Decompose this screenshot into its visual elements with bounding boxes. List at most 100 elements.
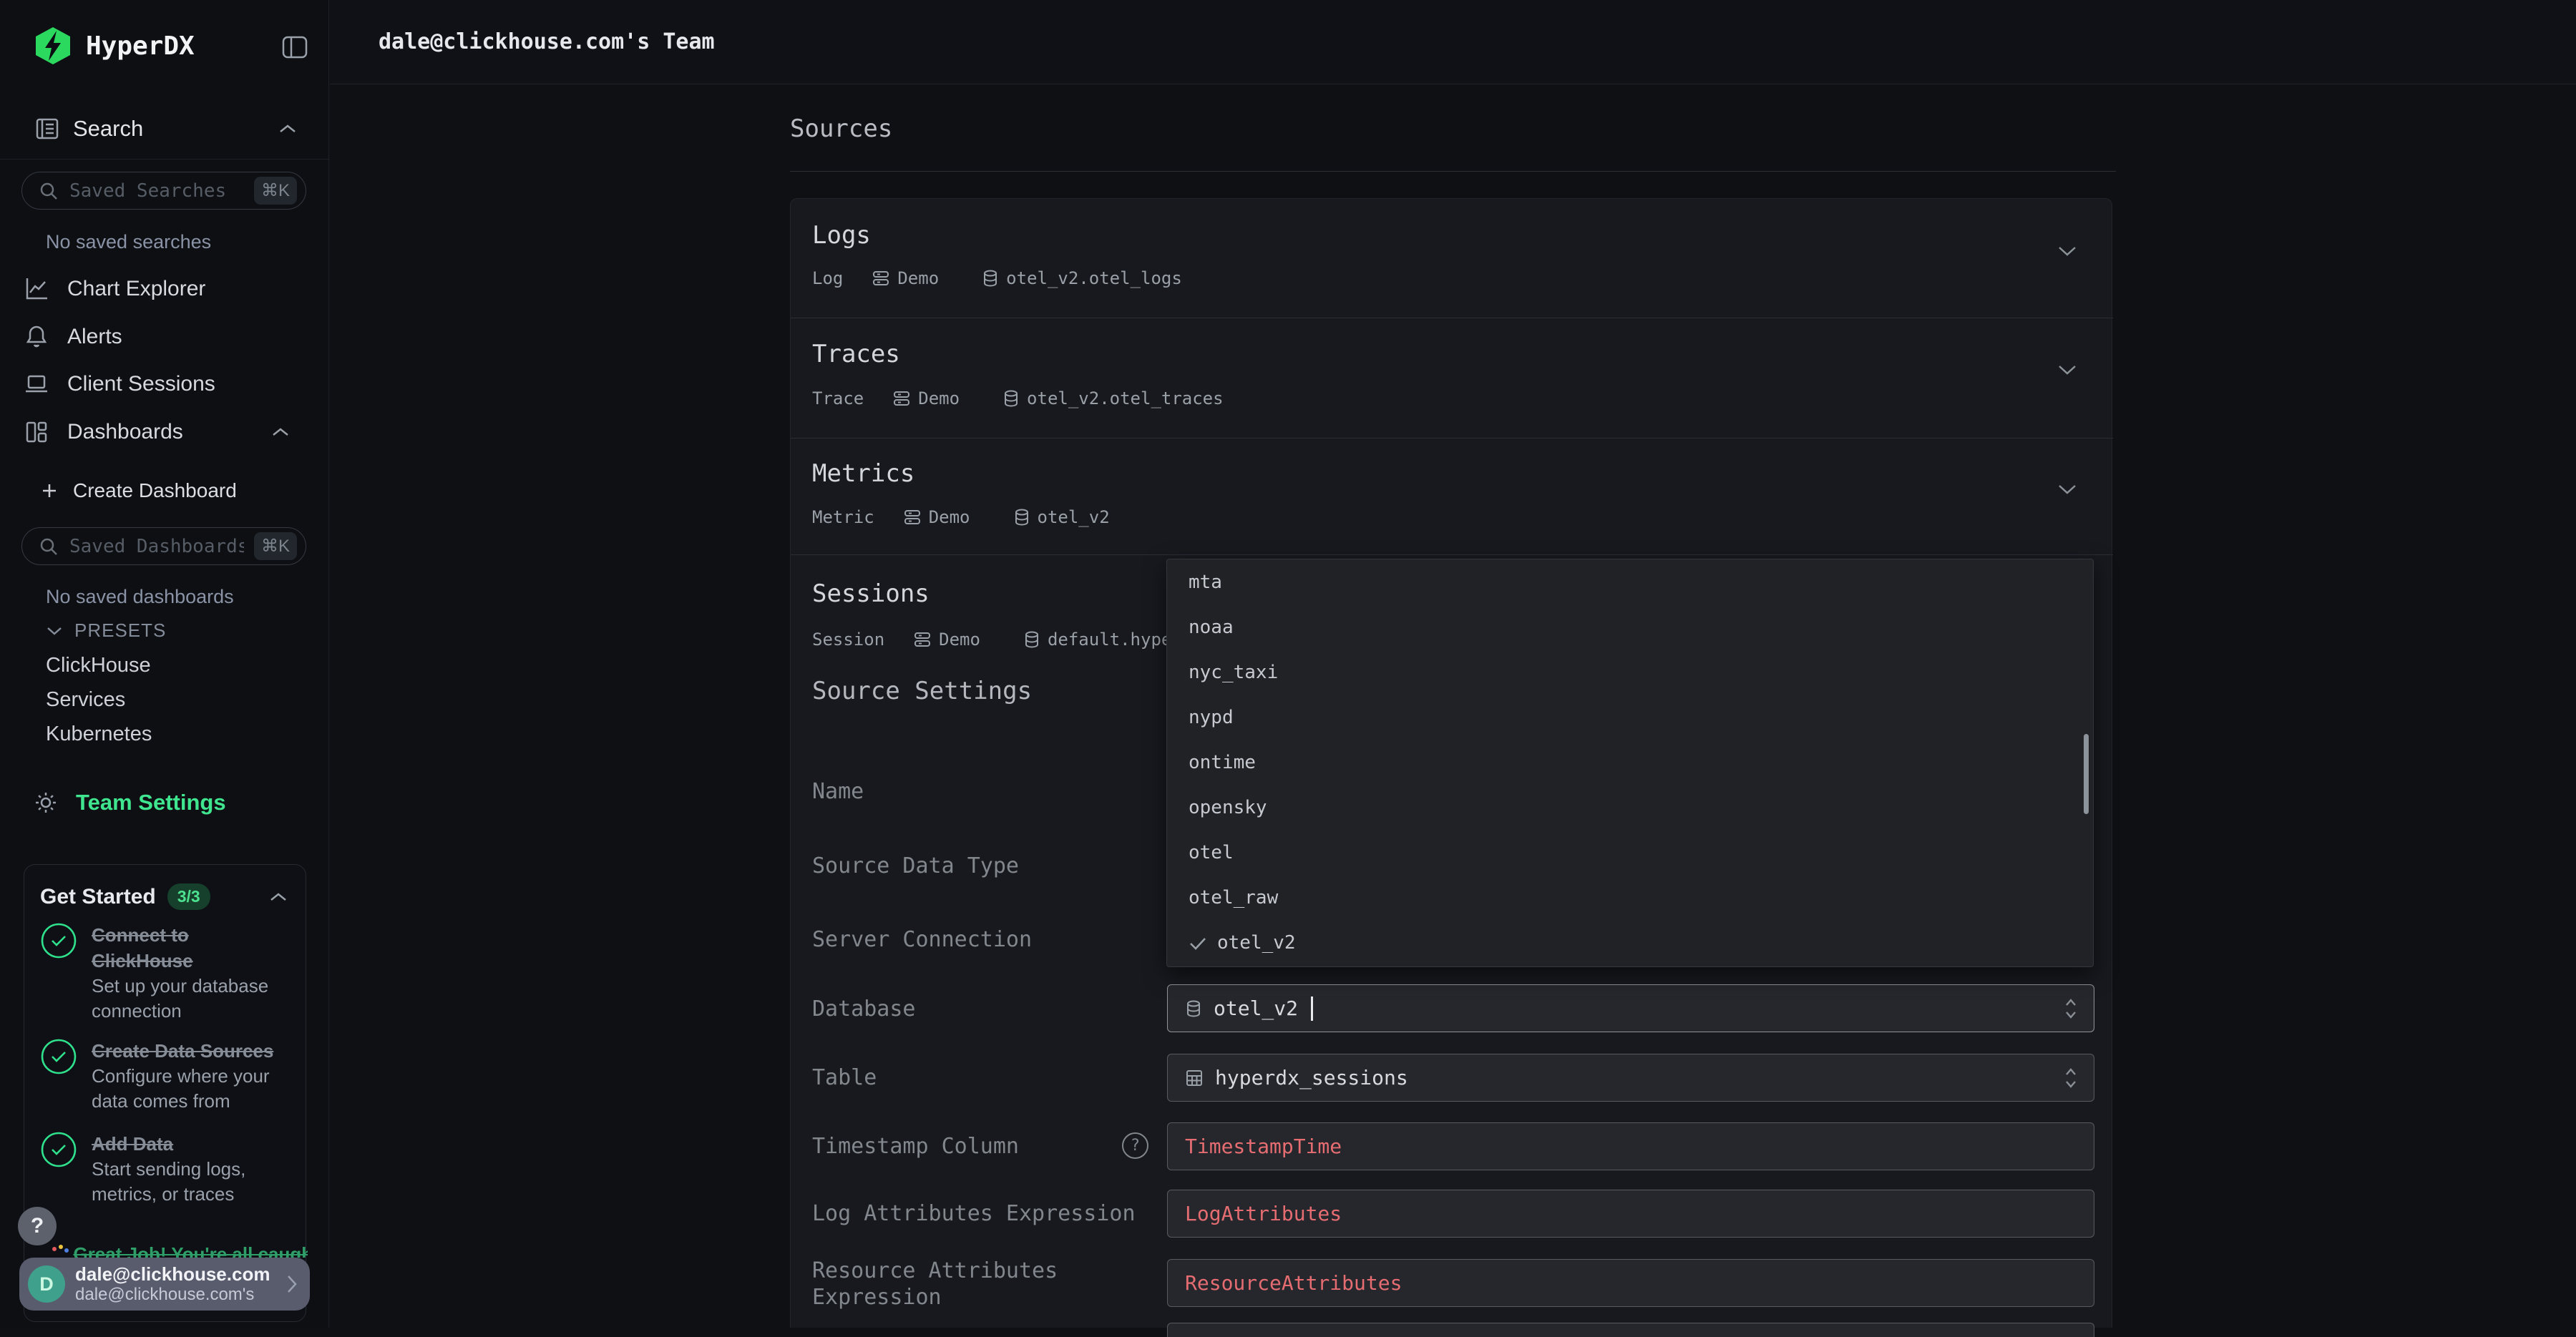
resource-attributes-label: Resource Attributes Expression — [812, 1258, 1148, 1311]
create-dashboard-button[interactable]: Create Dashboard — [40, 476, 237, 505]
get-started-progress-badge: 3/3 — [167, 883, 210, 910]
chevron-down-icon — [46, 626, 63, 636]
get-started-header[interactable]: Get Started 3/3 — [40, 883, 291, 910]
table-value: hyperdx_sessions — [1215, 1066, 1408, 1089]
confetti-icon — [50, 1243, 70, 1258]
chevron-down-icon[interactable] — [2057, 483, 2078, 496]
dropdown-option[interactable]: nyc_taxi — [1167, 650, 2093, 695]
user-menu[interactable]: D dale@clickhouse.com dale@clickhouse.co… — [19, 1258, 310, 1311]
server-icon — [903, 508, 922, 527]
source-target: otel_v2.otel_traces — [1002, 388, 1224, 408]
dropdown-option[interactable]: otel — [1167, 831, 2093, 875]
dropdown-option[interactable]: otel_raw — [1167, 876, 2093, 920]
title-divider — [790, 171, 2116, 172]
sidebar: HyperDX Search ⌘K — [0, 0, 329, 1328]
team-title: dale@clickhouse.com's Team — [379, 29, 715, 54]
get-started-item-desc: Configure where your data comes from — [92, 1064, 295, 1114]
app-logo[interactable]: HyperDX — [33, 26, 195, 66]
saved-dashboards-field[interactable] — [69, 536, 244, 557]
source-target: otel_v2.otel_logs — [982, 268, 1182, 288]
source-kind: Session — [812, 630, 884, 650]
sidebar-item-client-sessions[interactable]: Client Sessions — [21, 366, 306, 403]
user-team: dale@clickhouse.com's — [75, 1285, 275, 1305]
presets-label: PRESETS — [74, 619, 166, 642]
source-row-title: Metrics — [812, 459, 914, 488]
chevron-right-icon — [286, 1273, 298, 1295]
dropdown-option[interactable]: opensky — [1167, 785, 2093, 830]
dropdown-option[interactable]: ontime — [1167, 740, 2093, 785]
database-icon — [982, 269, 999, 288]
plus-icon — [40, 481, 59, 500]
resource-attributes-input[interactable]: ResourceAttributes — [1167, 1259, 2094, 1307]
timestamp-column-label: Timestamp Column — [812, 1133, 1148, 1160]
source-row-meta: Metric Demo otel_v2 — [812, 505, 1110, 529]
client-sessions-label: Client Sessions — [67, 372, 215, 396]
source-connection: Demo — [913, 630, 980, 650]
preset-kubernetes[interactable]: Kubernetes — [46, 723, 152, 746]
check-circle-icon — [40, 1131, 77, 1168]
database-icon — [1013, 508, 1030, 527]
source-row-meta: Trace Demo otel_v2.otel_traces — [812, 386, 1224, 411]
dropdown-option-selected[interactable]: otel_v2 — [1167, 921, 2093, 965]
timestamp-column-input[interactable]: TimestampTime — [1167, 1122, 2094, 1170]
dropdown-option[interactable]: nypd — [1167, 695, 2093, 740]
no-saved-dashboards-text: No saved dashboards — [46, 586, 234, 608]
table-input[interactable]: hyperdx_sessions — [1167, 1054, 2094, 1102]
get-started-item-title: Create Data Sources — [92, 1040, 273, 1062]
source-row-title: Traces — [812, 340, 900, 368]
saved-dashboards-input[interactable]: ⌘K — [21, 527, 306, 565]
dashboards-label: Dashboards — [67, 420, 183, 444]
get-started-item[interactable]: Connect to ClickHouse Set up your databa… — [40, 922, 295, 1024]
laptop-icon — [23, 371, 50, 398]
search-section-icon — [33, 114, 62, 143]
presets-toggle[interactable]: PRESETS — [46, 619, 166, 642]
dropdown-option[interactable]: noaa — [1167, 605, 2093, 650]
server-connection-label: Server Connection — [812, 926, 1148, 953]
chevron-up-icon — [269, 891, 288, 902]
app-name: HyperDX — [86, 31, 195, 61]
celebration-text: Great Job! You're all caught up! — [50, 1243, 308, 1258]
hyperdx-logo-icon — [33, 26, 73, 66]
database-value: otel_v2 — [1214, 996, 1298, 1020]
sidebar-item-dashboards[interactable]: Dashboards — [21, 413, 306, 451]
team-settings-link[interactable]: Team Settings — [31, 788, 226, 817]
timestamp-column-value: TimestampTime — [1185, 1135, 1342, 1158]
next-input-partial[interactable] — [1167, 1323, 2094, 1337]
chevron-up-icon — [278, 123, 298, 134]
chevron-down-icon[interactable] — [2057, 363, 2078, 376]
database-input[interactable]: otel_v2 — [1167, 984, 2094, 1032]
source-target: otel_v2 — [1013, 507, 1110, 527]
database-label: Database — [812, 996, 1148, 1022]
get-started-item-desc: Set up your database connection — [92, 974, 295, 1024]
get-started-item-desc: Start sending logs, metrics, or traces — [92, 1157, 295, 1207]
text-cursor — [1311, 996, 1313, 1021]
name-label: Name — [812, 778, 1148, 805]
preset-services[interactable]: Services — [46, 688, 125, 712]
dropdown-option[interactable]: mta — [1167, 560, 2093, 604]
server-icon — [872, 269, 890, 288]
chevron-down-icon[interactable] — [2057, 245, 2078, 258]
log-attributes-input[interactable]: LogAttributes — [1167, 1190, 2094, 1238]
source-kind: Metric — [812, 507, 874, 527]
saved-searches-input[interactable]: ⌘K — [21, 172, 306, 210]
sidebar-collapse-icon[interactable] — [278, 30, 312, 64]
sidebar-item-alerts[interactable]: Alerts — [21, 318, 306, 356]
chart-icon — [23, 275, 50, 303]
dropdown-scrollbar[interactable] — [2084, 734, 2089, 814]
page-title: Sources — [790, 114, 892, 143]
sidebar-section-search[interactable]: Search — [33, 113, 305, 145]
help-button[interactable]: ? — [18, 1207, 57, 1245]
saved-searches-field[interactable] — [69, 180, 244, 202]
get-started-item[interactable]: Add Data Start sending logs, metrics, or… — [40, 1131, 295, 1207]
shortcut-badge: ⌘K — [254, 177, 297, 205]
source-data-type-label: Source Data Type — [812, 853, 1148, 879]
timestamp-help-icon[interactable]: ? — [1122, 1132, 1148, 1159]
source-row-meta: Log Demo otel_v2.otel_logs — [812, 266, 1182, 290]
get-started-item[interactable]: Create Data Sources Configure where your… — [40, 1038, 295, 1114]
dashboards-icon — [23, 418, 50, 446]
select-arrows-icon[interactable] — [2064, 996, 2078, 1021]
preset-clickhouse[interactable]: ClickHouse — [46, 654, 151, 677]
select-arrows-icon[interactable] — [2064, 1066, 2078, 1090]
sidebar-item-chart-explorer[interactable]: Chart Explorer — [21, 270, 306, 308]
row-divider — [791, 554, 2113, 555]
